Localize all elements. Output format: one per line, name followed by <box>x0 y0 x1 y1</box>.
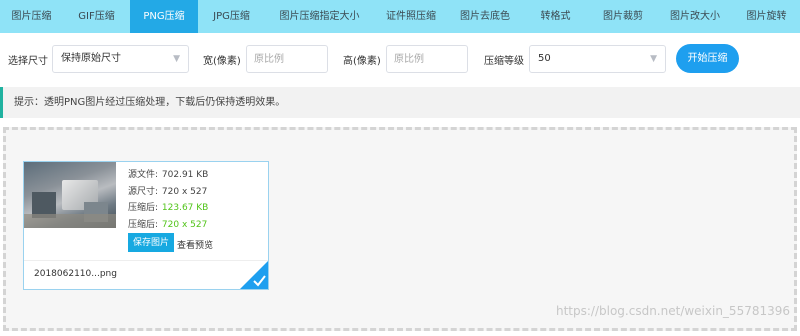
tab-image-compress[interactable]: 图片压缩 <box>0 0 63 33</box>
quality-select-value: 50 <box>538 53 551 64</box>
size-label: 选择尺寸 <box>8 56 48 67</box>
source-dim-row: 源尺寸: 720 x 527 <box>128 184 207 197</box>
size-select[interactable]: 保持原始尺寸 ▼ <box>52 45 189 73</box>
compressed-dim-value: 720 x 527 <box>161 220 208 230</box>
source-size-value: 702.91 KB <box>161 170 209 180</box>
height-input[interactable] <box>386 45 468 73</box>
size-select-value: 保持原始尺寸 <box>61 53 121 64</box>
card-divider <box>24 260 268 261</box>
width-input[interactable] <box>246 45 328 73</box>
tab-resize[interactable]: 图片改大小 <box>657 0 733 33</box>
height-label: 高(像素) <box>343 56 381 67</box>
compressed-size-row: 压缩后: 123.67 KB <box>128 200 208 213</box>
compressed-dim-row: 压缩后: 720 x 527 <box>128 217 207 230</box>
view-preview-link[interactable]: 查看预览 <box>177 238 213 251</box>
tab-rotate[interactable]: 图片旋转 <box>733 0 800 33</box>
source-dim-label: 源尺寸: <box>128 187 159 197</box>
watermark: https://blog.csdn.net/weixin_55781396 <box>556 304 791 318</box>
tool-tabs: 图片压缩 GIF压缩 PNG压缩 JPG压缩 图片压缩指定大小 证件照压缩 图片… <box>0 0 800 33</box>
checkmark-icon <box>240 261 268 289</box>
notice-bar: 提示：透明PNG图片经过压缩处理，下载后仍保持透明效果。 <box>0 87 800 118</box>
tab-compress-to-size[interactable]: 图片压缩指定大小 <box>265 0 374 33</box>
file-name: 2018062110...png <box>34 269 117 279</box>
source-size-row: 源文件: 702.91 KB <box>128 167 208 180</box>
quality-select[interactable]: 50 ▼ <box>529 45 666 73</box>
tab-remove-background[interactable]: 图片去底色 <box>448 0 522 33</box>
quality-label: 压缩等级 <box>484 56 524 67</box>
compressed-size-label: 压缩后: <box>128 203 159 213</box>
compressed-size-value: 123.67 KB <box>161 203 209 213</box>
tab-convert-format[interactable]: 转格式 <box>522 0 589 33</box>
source-size-label: 源文件: <box>128 170 159 180</box>
image-thumbnail <box>24 162 116 228</box>
width-label: 宽(像素) <box>203 56 241 67</box>
tab-png-compress[interactable]: PNG压缩 <box>130 0 198 33</box>
compressed-dim-label: 压缩后: <box>128 220 159 230</box>
source-dim-value: 720 x 527 <box>161 187 208 197</box>
options-toolbar: 选择尺寸 保持原始尺寸 ▼ 宽(像素) 高(像素) 压缩等级 50 ▼ 开始压缩 <box>0 33 800 83</box>
tab-gif-compress[interactable]: GIF压缩 <box>63 0 130 33</box>
start-compress-button[interactable]: 开始压缩 <box>676 44 739 73</box>
save-image-button[interactable]: 保存图片 <box>128 233 174 252</box>
tab-crop[interactable]: 图片裁剪 <box>589 0 657 33</box>
tab-jpg-compress[interactable]: JPG压缩 <box>198 0 265 33</box>
tab-id-photo-compress[interactable]: 证件照压缩 <box>374 0 448 33</box>
file-card[interactable]: 源文件: 702.91 KB 源尺寸: 720 x 527 压缩后: 123.6… <box>23 161 269 290</box>
chevron-down-icon: ▼ <box>650 54 657 64</box>
chevron-down-icon: ▼ <box>173 54 180 64</box>
